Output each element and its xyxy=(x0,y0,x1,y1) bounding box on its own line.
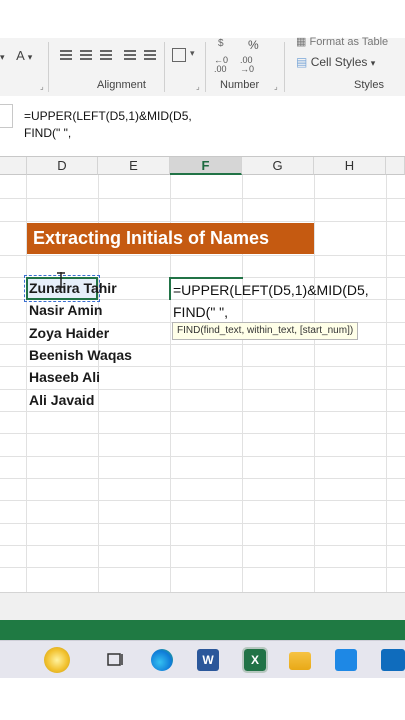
formula-line-1: =UPPER(LEFT(D5,1)&MID(D5, xyxy=(24,109,192,123)
task-view-icon[interactable] xyxy=(104,649,126,671)
cell-formula-editor[interactable]: =UPPER(LEFT(D5,1)&MID(D5, FIND(" ", xyxy=(173,279,369,323)
function-tooltip[interactable]: FIND(find_text, within_text, [start_num]… xyxy=(172,322,359,340)
column-header-h[interactable]: H xyxy=(314,157,386,175)
align-left-icon[interactable] xyxy=(60,50,72,60)
ribbon-separator xyxy=(284,42,285,92)
chevron-down-icon: ▾ xyxy=(27,52,33,62)
gridline xyxy=(0,433,405,434)
gridline xyxy=(0,411,405,412)
alignment-group-label: Alignment xyxy=(97,79,146,91)
row-header-corner[interactable] xyxy=(0,157,27,175)
excel-icon[interactable]: X xyxy=(242,647,268,673)
gridline xyxy=(0,500,405,501)
search-icon[interactable] xyxy=(44,647,70,673)
gridline xyxy=(0,545,405,546)
file-explorer-icon[interactable] xyxy=(289,652,311,670)
name-cell[interactable]: Beenish Waqas xyxy=(29,344,132,366)
gridline xyxy=(0,456,405,457)
format-as-table-button[interactable]: ▦ Format as Table xyxy=(296,35,388,48)
formula-line-2: FIND(" ", xyxy=(24,126,72,140)
gridline xyxy=(0,567,405,568)
name-cell[interactable]: Nasir Amin xyxy=(29,299,102,321)
taskbar: W X xyxy=(0,640,405,679)
align-center-icon[interactable] xyxy=(80,50,92,60)
cell-styles-label: Cell Styles xyxy=(310,55,368,69)
title-banner[interactable]: Extracting Initials of Names xyxy=(27,223,314,254)
chevron-down-icon: ▾ xyxy=(370,58,376,68)
column-header-g[interactable]: G xyxy=(242,157,314,175)
store-icon[interactable] xyxy=(335,649,357,671)
ribbon-separator xyxy=(48,42,49,92)
chevron-down-icon[interactable]: ▾ xyxy=(190,48,195,59)
status-bar xyxy=(0,620,405,640)
column-header-e[interactable]: E xyxy=(98,157,170,175)
gridline xyxy=(0,198,405,199)
name-cell[interactable]: Zoya Haider xyxy=(29,322,109,344)
column-header-f[interactable]: F xyxy=(170,157,242,175)
cell-styles-button[interactable]: ▤ Cell Styles ▾ xyxy=(296,55,375,69)
gridline xyxy=(0,255,405,256)
number-group-label: Number xyxy=(220,79,260,91)
merge-center-icon[interactable] xyxy=(172,48,186,62)
name-cell[interactable]: Ali Javaid xyxy=(29,389,94,411)
formula-input[interactable]: =UPPER(LEFT(D5,1)&MID(D5, FIND(" ", xyxy=(24,108,192,142)
gridline xyxy=(386,175,387,595)
column-header-i[interactable] xyxy=(386,157,405,175)
font-color-glyph: A xyxy=(16,48,25,63)
format-table-icon: ▦ xyxy=(296,36,307,48)
mouse-cursor-icon xyxy=(56,272,66,288)
sheet-tabs-area xyxy=(0,592,405,621)
name-box-edge[interactable] xyxy=(0,104,13,128)
percent-button[interactable]: % xyxy=(248,38,259,52)
ribbon-separator xyxy=(164,42,165,92)
screen-bottom xyxy=(0,678,405,720)
dialog-launcher-icon[interactable]: ⌟ xyxy=(196,82,200,91)
editor-line-1: =UPPER(LEFT(D5,1)&MID(D5, xyxy=(173,282,369,298)
gridline xyxy=(0,523,405,524)
decrease-decimal-icon[interactable]: .00 →0 xyxy=(240,56,254,74)
format-as-table-label: Format as Table xyxy=(309,36,389,48)
word-icon[interactable]: W xyxy=(197,649,219,671)
font-color-button[interactable]: ▾ A ▾ xyxy=(0,48,32,63)
name-cell[interactable]: Zunaira Tahir xyxy=(29,277,117,299)
ribbon-separator xyxy=(205,42,206,92)
dialog-launcher-icon[interactable]: ⌟ xyxy=(40,82,44,91)
formula-bar[interactable]: =UPPER(LEFT(D5,1)&MID(D5, FIND(" ", xyxy=(0,96,405,157)
ribbon: ▾ A ▾ ▾ Alignment ⌟ ⌟ $ % ←0.00 .00 →0 Nu… xyxy=(0,35,405,97)
column-header-d[interactable]: D xyxy=(27,157,98,175)
indent-decrease-icon[interactable] xyxy=(124,50,136,60)
window-top xyxy=(0,0,405,38)
gridline xyxy=(314,175,315,595)
indent-increase-icon[interactable] xyxy=(144,50,156,60)
cell-styles-icon: ▤ xyxy=(296,55,308,69)
increase-decimal-icon[interactable]: ←0.00 xyxy=(214,56,228,74)
editor-line-2: FIND(" ", xyxy=(173,304,229,320)
dialog-launcher-icon[interactable]: ⌟ xyxy=(274,82,278,91)
gridline xyxy=(0,478,405,479)
styles-group-label: Styles xyxy=(354,79,384,91)
edge-icon[interactable] xyxy=(151,649,173,671)
align-right-icon[interactable] xyxy=(100,50,112,60)
currency-button[interactable]: $ xyxy=(218,38,224,49)
name-cell[interactable]: Haseeb Ali xyxy=(29,366,100,388)
mail-icon[interactable] xyxy=(381,649,405,671)
gridline xyxy=(0,221,405,222)
dropdown-arrow-icon: ▾ xyxy=(0,52,5,62)
